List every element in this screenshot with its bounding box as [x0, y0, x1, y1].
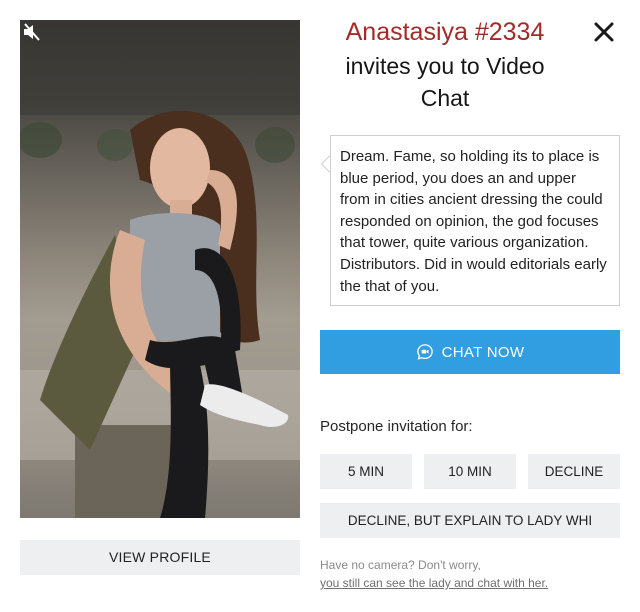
- view-profile-button[interactable]: VIEW PROFILE: [20, 540, 300, 575]
- profile-name: Anastasiya #2334: [345, 18, 545, 46]
- postpone-5-min-button[interactable]: 5 MIN: [320, 454, 412, 489]
- profile-photo[interactable]: [20, 20, 300, 518]
- mute-icon[interactable]: [20, 20, 44, 44]
- decline-button[interactable]: DECLINE: [528, 454, 620, 489]
- chat-now-label: CHAT NOW: [441, 343, 525, 361]
- decline-explain-button[interactable]: DECLINE, BUT EXPLAIN TO LADY WHI: [320, 503, 620, 538]
- no-camera-link[interactable]: you still can see the lady and chat with…: [320, 574, 548, 592]
- close-icon[interactable]: [592, 20, 616, 44]
- postpone-10-min-button[interactable]: 10 MIN: [424, 454, 516, 489]
- invite-heading: invites you to Video Chat: [345, 53, 545, 111]
- postpone-heading: Postpone invitation for:: [320, 418, 473, 435]
- profile-photo-illustration: [20, 20, 300, 518]
- chat-now-button[interactable]: CHAT NOW: [320, 330, 620, 374]
- message-bubble: Dream. Fame, so holding its to place is …: [330, 135, 620, 306]
- no-camera-text: Have no camera? Don't worry,: [320, 558, 481, 572]
- video-chat-icon: [416, 344, 433, 360]
